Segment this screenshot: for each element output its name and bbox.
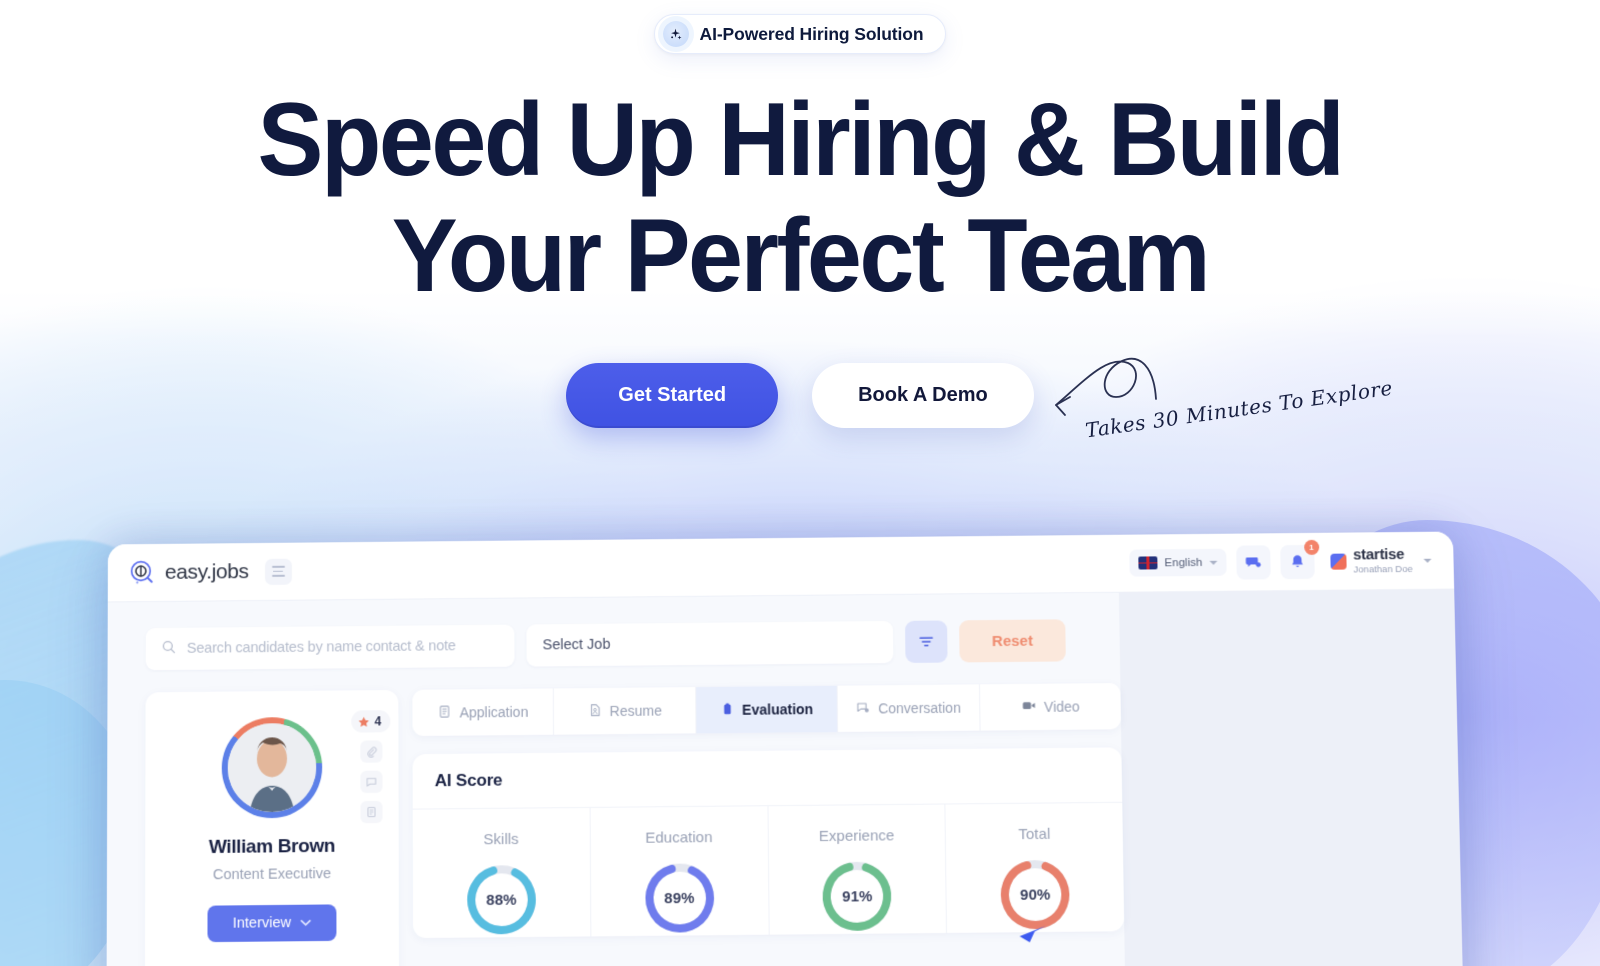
ai-score-card: AI Score Skills 88% Education 89% Experi… xyxy=(412,747,1125,939)
mouse-cursor-icon xyxy=(1015,914,1050,949)
donut-education: 89% xyxy=(642,860,717,936)
tab-label: Resume xyxy=(609,702,662,720)
book-demo-button[interactable]: Book A Demo xyxy=(812,362,1034,428)
org-name: startise xyxy=(1353,546,1405,564)
score-value: 88% xyxy=(486,891,517,909)
filter-toolbar: Search candidates by name contact & note… xyxy=(145,619,1120,671)
hamburger-line xyxy=(273,570,284,573)
tab-label: Video xyxy=(1043,698,1080,715)
tab-label: Conversation xyxy=(878,699,961,717)
avatar-photo xyxy=(227,722,317,813)
language-selector[interactable]: English xyxy=(1129,548,1227,577)
tab-application[interactable]: Application xyxy=(412,688,555,737)
interview-button-label: Interview xyxy=(232,914,292,932)
ai-solution-badge: AI-Powered Hiring Solution xyxy=(653,14,947,54)
header-actions: English 1 startise Jonathan Doe xyxy=(1129,539,1432,580)
app-logo-text: easy.jobs xyxy=(164,559,249,584)
app-logo[interactable]: easy.jobs xyxy=(128,558,249,587)
candidate-name: William Brown xyxy=(208,835,336,859)
chevron-down-icon xyxy=(1423,558,1432,563)
attachment-icon[interactable] xyxy=(359,740,383,763)
evaluation-icon xyxy=(720,701,734,718)
content-row: 4 William Brown Content Executive Interv… xyxy=(144,683,1125,966)
tab-label: Evaluation xyxy=(742,701,814,718)
candidate-role: Content Executive xyxy=(212,865,332,884)
tab-video[interactable]: Video xyxy=(980,683,1121,731)
chevron-down-icon xyxy=(300,915,311,931)
uk-flag-icon xyxy=(1138,556,1158,570)
score-value: 89% xyxy=(664,889,695,907)
conversation-icon xyxy=(856,700,870,717)
chevron-down-icon xyxy=(1209,560,1218,565)
app-side-panel xyxy=(1118,589,1465,966)
score-cell-education: Education 89% xyxy=(590,806,770,936)
title-line-1: Speed Up Hiring & Build xyxy=(257,82,1345,198)
hero-section: AI-Powered Hiring Solution Speed Up Hiri… xyxy=(0,0,1600,442)
star-icon xyxy=(358,716,370,727)
donut-experience: 91% xyxy=(820,859,895,935)
resume-icon xyxy=(588,703,602,720)
filter-icon[interactable] xyxy=(904,620,948,663)
get-started-button[interactable]: Get Started xyxy=(566,362,779,428)
rating-badge[interactable]: 4 xyxy=(351,710,391,733)
ai-score-title: AI Score xyxy=(412,747,1123,810)
search-icon xyxy=(161,638,177,659)
badge-label: AI-Powered Hiring Solution xyxy=(699,23,924,44)
app-body: Search candidates by name contact & note… xyxy=(106,589,1465,966)
easyjobs-logo-icon xyxy=(128,558,156,586)
page-title: Speed Up Hiring & Build Your Perfect Tea… xyxy=(257,82,1345,315)
interview-button[interactable]: Interview xyxy=(207,904,337,943)
tab-evaluation[interactable]: Evaluation xyxy=(695,685,839,734)
hamburger-line xyxy=(271,575,285,577)
job-select[interactable]: Select Job xyxy=(526,620,894,667)
donut-skills: 88% xyxy=(464,862,539,938)
sparkle-icon xyxy=(662,21,689,47)
score-label: Experience xyxy=(818,827,895,846)
video-icon xyxy=(1021,699,1036,715)
reset-button[interactable]: Reset xyxy=(959,619,1066,663)
chat-icon[interactable] xyxy=(1235,544,1271,580)
user-menu[interactable]: startise Jonathan Doe xyxy=(1330,546,1432,576)
rating-value: 4 xyxy=(374,714,382,729)
tab-resume[interactable]: Resume xyxy=(554,687,697,735)
hamburger-line xyxy=(271,565,285,568)
score-cell-experience: Experience 91% xyxy=(768,804,948,935)
hamburger-icon[interactable] xyxy=(264,558,292,585)
app-window: easy.jobs English 1 startise Jonathan Do… xyxy=(106,531,1465,966)
search-placeholder: Search candidates by name contact & note xyxy=(186,638,456,657)
candidate-card: 4 William Brown Content Executive Interv… xyxy=(144,689,400,966)
user-name: Jonathan Doe xyxy=(1353,563,1413,576)
candidate-side-actions: 4 xyxy=(351,710,391,824)
tab-conversation[interactable]: Conversation xyxy=(837,684,981,732)
score-label: Education xyxy=(645,828,713,847)
score-value: 91% xyxy=(842,887,873,906)
language-label: English xyxy=(1164,556,1203,569)
search-input[interactable]: Search candidates by name contact & note xyxy=(145,624,515,671)
score-label: Total xyxy=(1018,825,1051,844)
app-main-panel: Search candidates by name contact & note… xyxy=(106,592,1127,966)
startise-logo-icon xyxy=(1330,553,1347,570)
app-mockup: easy.jobs English 1 startise Jonathan Do… xyxy=(106,531,1465,966)
score-cell-skills: Skills 88% xyxy=(412,807,592,939)
note-icon[interactable] xyxy=(360,800,383,824)
tab-label: Application xyxy=(459,703,529,721)
title-line-2: Your Perfect Team xyxy=(391,198,1211,315)
avatar-score-ring xyxy=(221,716,323,819)
application-icon xyxy=(437,704,451,721)
score-label: Skills xyxy=(483,830,519,849)
comment-icon[interactable] xyxy=(360,770,383,793)
notification-badge: 1 xyxy=(1303,539,1320,555)
bell-icon[interactable]: 1 xyxy=(1279,539,1320,579)
detail-tabs: Application Resume Evaluation Conversati… xyxy=(412,683,1122,737)
cta-row: Get Started Book A Demo Takes 30 Minutes… xyxy=(566,357,1394,442)
